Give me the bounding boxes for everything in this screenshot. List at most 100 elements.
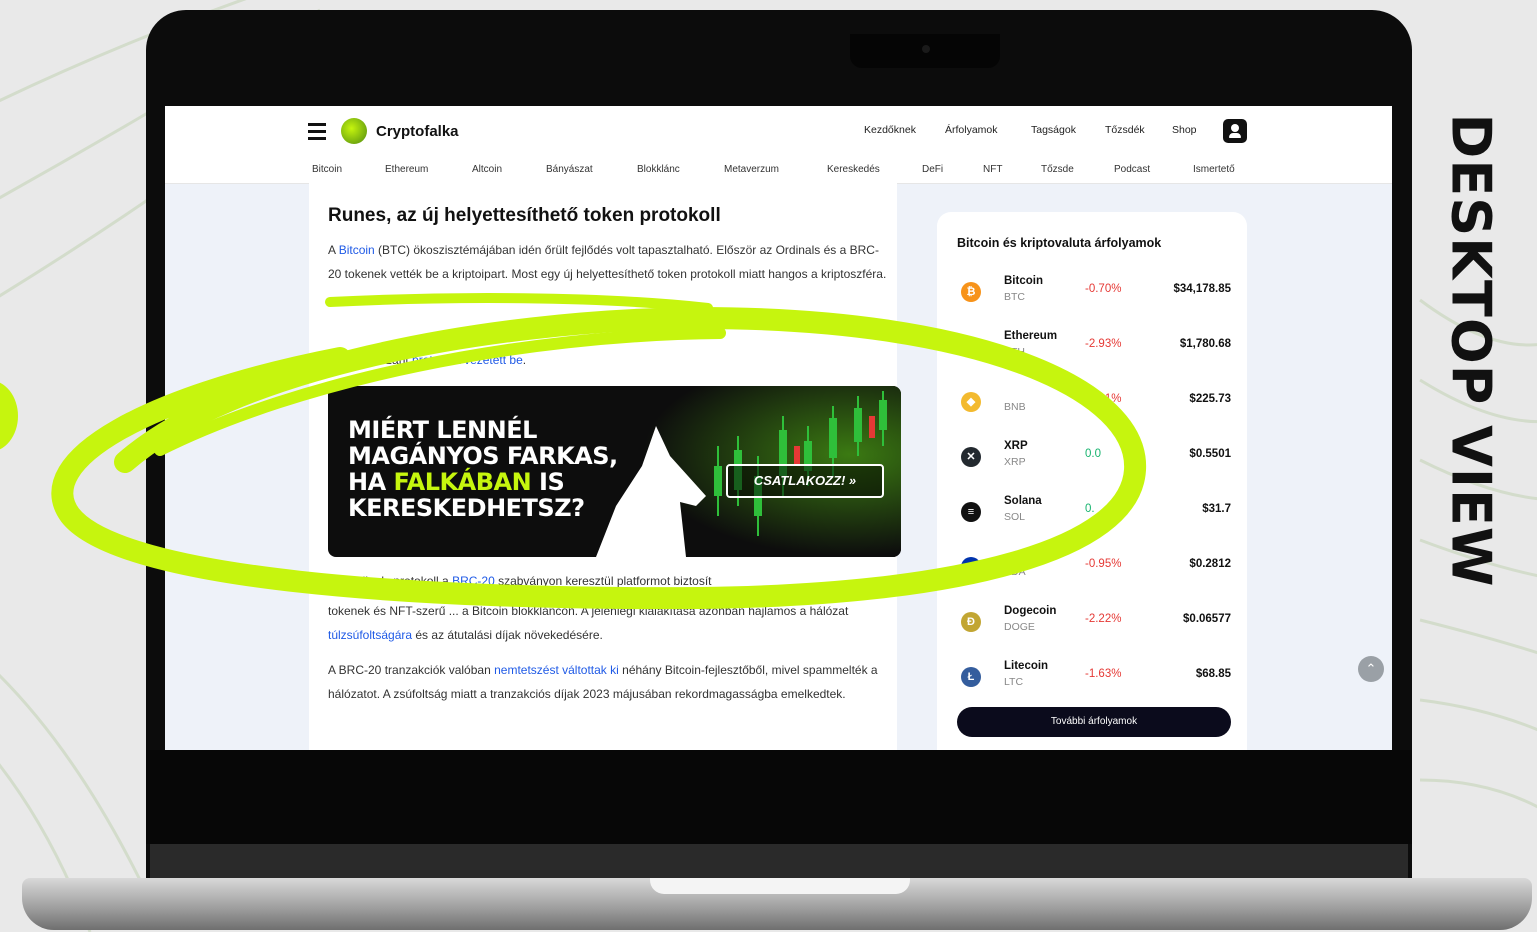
crypto-prices-widget: Bitcoin és kriptovaluta árfolyamok ₿ Bitc… xyxy=(937,212,1247,750)
paragraph-text: ...neknek szánt xyxy=(328,353,413,367)
camera-notch xyxy=(850,34,1000,68)
prices-title: Bitcoin és kriptovaluta árfolyamok xyxy=(957,236,1162,250)
coin-row[interactable]: ≡ Solana SOL 0. $31.7 xyxy=(937,487,1247,542)
coin-name: XRP xyxy=(1004,440,1028,452)
join-ad-banner[interactable]: MIÉRT LENNÉL MAGÁNYOS FARKAS, HA FALKÁBA… xyxy=(328,386,901,557)
category-blokklanc[interactable]: Blokklánc xyxy=(637,164,680,175)
user-account-icon[interactable] xyxy=(1223,119,1247,143)
coin-name: Ethereum xyxy=(1004,330,1058,342)
nav-link-kezdoknek[interactable]: Kezdőknek xyxy=(864,124,916,136)
paragraph-text: A BRC-20 tranzakciók valóban xyxy=(328,663,495,677)
paragraph-text: szabványon keresztül platformot biztosít xyxy=(494,574,712,588)
coin-price: $1,780.68 xyxy=(1179,338,1231,350)
nav-link-tozsdek[interactable]: Tőzsdék xyxy=(1105,124,1145,136)
nav-link-tagsagok[interactable]: Tagságok xyxy=(1031,124,1076,136)
category-ismerteto[interactable]: Ismertető xyxy=(1193,164,1235,175)
category-ethereum[interactable]: Ethereum xyxy=(385,164,428,175)
coin-name: Dogecoin xyxy=(1004,605,1057,617)
coin-change: 0.0 xyxy=(1085,448,1101,460)
category-bitcoin[interactable]: Bitcoin xyxy=(312,164,342,175)
paragraph-text: tokenek és NFT-szerű ... a Bitcoin blokk… xyxy=(328,604,849,618)
coin-row[interactable]: ✕ XRP XRP 0.0 $0.5501 xyxy=(937,432,1247,487)
banner-text: HA xyxy=(348,468,394,496)
solana-icon: ≡ xyxy=(961,502,981,522)
coin-change: -0.95% xyxy=(1085,558,1122,570)
banner-line: MIÉRT LENNÉL xyxy=(348,416,537,444)
logo-icon[interactable] xyxy=(341,118,367,144)
browser-screen: Cryptofalka Kezdőknek Árfolyamok Tagságo… xyxy=(165,106,1392,750)
article-paragraph: ...neknek szánt protokollt vezetett be. xyxy=(328,348,888,372)
more-prices-button[interactable]: További árfolyamok xyxy=(957,707,1231,737)
coin-row[interactable]: Ð Dogecoin DOGE -2.22% $0.06577 xyxy=(937,597,1247,652)
xrp-icon: ✕ xyxy=(961,447,981,467)
banner-line: KERESKEDHETSZ? xyxy=(348,494,585,522)
coin-row[interactable]: Ł Litecoin LTC -1.63% $68.85 xyxy=(937,652,1247,707)
protocol-link[interactable]: protokollt vezetett be xyxy=(412,353,523,367)
nav-link-shop[interactable]: Shop xyxy=(1172,124,1197,136)
coin-price: $31.7 xyxy=(1202,503,1231,515)
category-nft[interactable]: NFT xyxy=(983,164,1002,175)
side-label: DESKTOP VIEW xyxy=(1439,113,1503,587)
coin-row[interactable]: ◆ BNB -1.81% $225.73 xyxy=(937,377,1247,432)
coin-row[interactable]: ADA -0.95% $0.2812 xyxy=(937,542,1247,597)
disapproval-link[interactable]: nemtetszést váltottak ki xyxy=(494,663,619,677)
join-button[interactable]: CSATLAKOZZ! » xyxy=(726,464,884,498)
coin-name: Bitcoin xyxy=(1004,275,1043,287)
menu-icon[interactable] xyxy=(308,123,326,140)
bitcoin-icon: ₿ xyxy=(961,282,981,302)
coin-name: Litecoin xyxy=(1004,660,1049,672)
paragraph-text: Az Ordinals protokoll a xyxy=(328,574,453,588)
coin-change: -2.93% xyxy=(1085,338,1122,350)
article-paragraph: A Bitcoin (BTC) ökoszisztémájában idén ő… xyxy=(328,238,888,286)
article-paragraph: Az Ordinals protokoll a BRC-20 szabványo… xyxy=(328,569,888,593)
coin-change: -1.63% xyxy=(1085,668,1122,680)
category-defi[interactable]: DeFi xyxy=(922,164,943,175)
brc20-link[interactable]: BRC-20 xyxy=(452,574,495,588)
cardano-icon xyxy=(961,557,981,577)
coin-price: $0.2812 xyxy=(1189,558,1231,570)
laptop-chin xyxy=(146,750,1412,844)
category-banyaszat[interactable]: Bányászat xyxy=(546,164,593,175)
article-body: Runes, az új helyettesíthető token proto… xyxy=(309,183,901,750)
coin-symbol: DOGE xyxy=(1004,621,1035,633)
coin-symbol: ETH xyxy=(1004,346,1025,358)
coin-symbol: LTC xyxy=(1004,676,1024,688)
category-metaverzum[interactable]: Metaverzum xyxy=(724,164,779,175)
coin-change: 0. xyxy=(1085,503,1095,515)
ethereum-icon: ♦ xyxy=(961,337,981,357)
scroll-to-top-button[interactable]: ⌃ xyxy=(1358,656,1384,682)
paragraph-text: és az átutalási díjak növekedésére. xyxy=(412,628,603,642)
coin-symbol: BTC xyxy=(1004,291,1025,303)
site-logo-text[interactable]: Cryptofalka xyxy=(376,123,459,140)
bnb-icon: ◆ xyxy=(961,392,981,412)
litecoin-icon: Ł xyxy=(961,667,981,687)
nav-link-arfolyamok[interactable]: Árfolyamok xyxy=(945,124,998,136)
category-podcast[interactable]: Podcast xyxy=(1114,164,1150,175)
category-kereskedes[interactable]: Kereskedés xyxy=(827,164,880,175)
coin-symbol: XRP xyxy=(1004,456,1026,468)
category-altcoin[interactable]: Altcoin xyxy=(472,164,502,175)
coin-name: Solana xyxy=(1004,495,1042,507)
bitcoin-link[interactable]: Bitcoin xyxy=(339,243,375,257)
coin-symbol: BNB xyxy=(1004,401,1026,413)
article-paragraph: A BRC-20 tranzakciók valóban nemtetszést… xyxy=(328,658,888,706)
site-header: Cryptofalka Kezdőknek Árfolyamok Tagságo… xyxy=(165,106,1392,156)
article-title: Runes, az új helyettesíthető token proto… xyxy=(328,205,721,226)
camera-dot xyxy=(922,45,930,53)
banner-line: HA FALKÁBAN IS xyxy=(348,468,565,496)
laptop-opening-notch xyxy=(650,878,910,894)
coin-row[interactable]: ₿ Bitcoin BTC -0.70% $34,178.85 xyxy=(937,267,1247,322)
coin-price: $0.5501 xyxy=(1189,448,1231,460)
paragraph-text: A xyxy=(328,243,339,257)
coin-price: $0.06577 xyxy=(1183,613,1231,625)
coin-symbol: ADA xyxy=(1004,566,1026,578)
congestion-link[interactable]: túlzsúfoltságára xyxy=(328,628,412,642)
article-paragraph: tokenek és NFT-szerű ... a Bitcoin blokk… xyxy=(328,599,888,647)
paragraph-text: (BTC) ökoszisztémájában idén őrült fejlő… xyxy=(328,243,887,281)
category-tozsde[interactable]: Tőzsde xyxy=(1041,164,1074,175)
coin-price: $34,178.85 xyxy=(1173,283,1231,295)
banner-highlight-text: FALKÁBAN xyxy=(393,468,532,496)
coin-change: -1.81% xyxy=(1085,393,1122,405)
coin-row[interactable]: ♦ Ethereum ETH -2.93% $1,780.68 xyxy=(937,322,1247,377)
coin-change: -0.70% xyxy=(1085,283,1122,295)
